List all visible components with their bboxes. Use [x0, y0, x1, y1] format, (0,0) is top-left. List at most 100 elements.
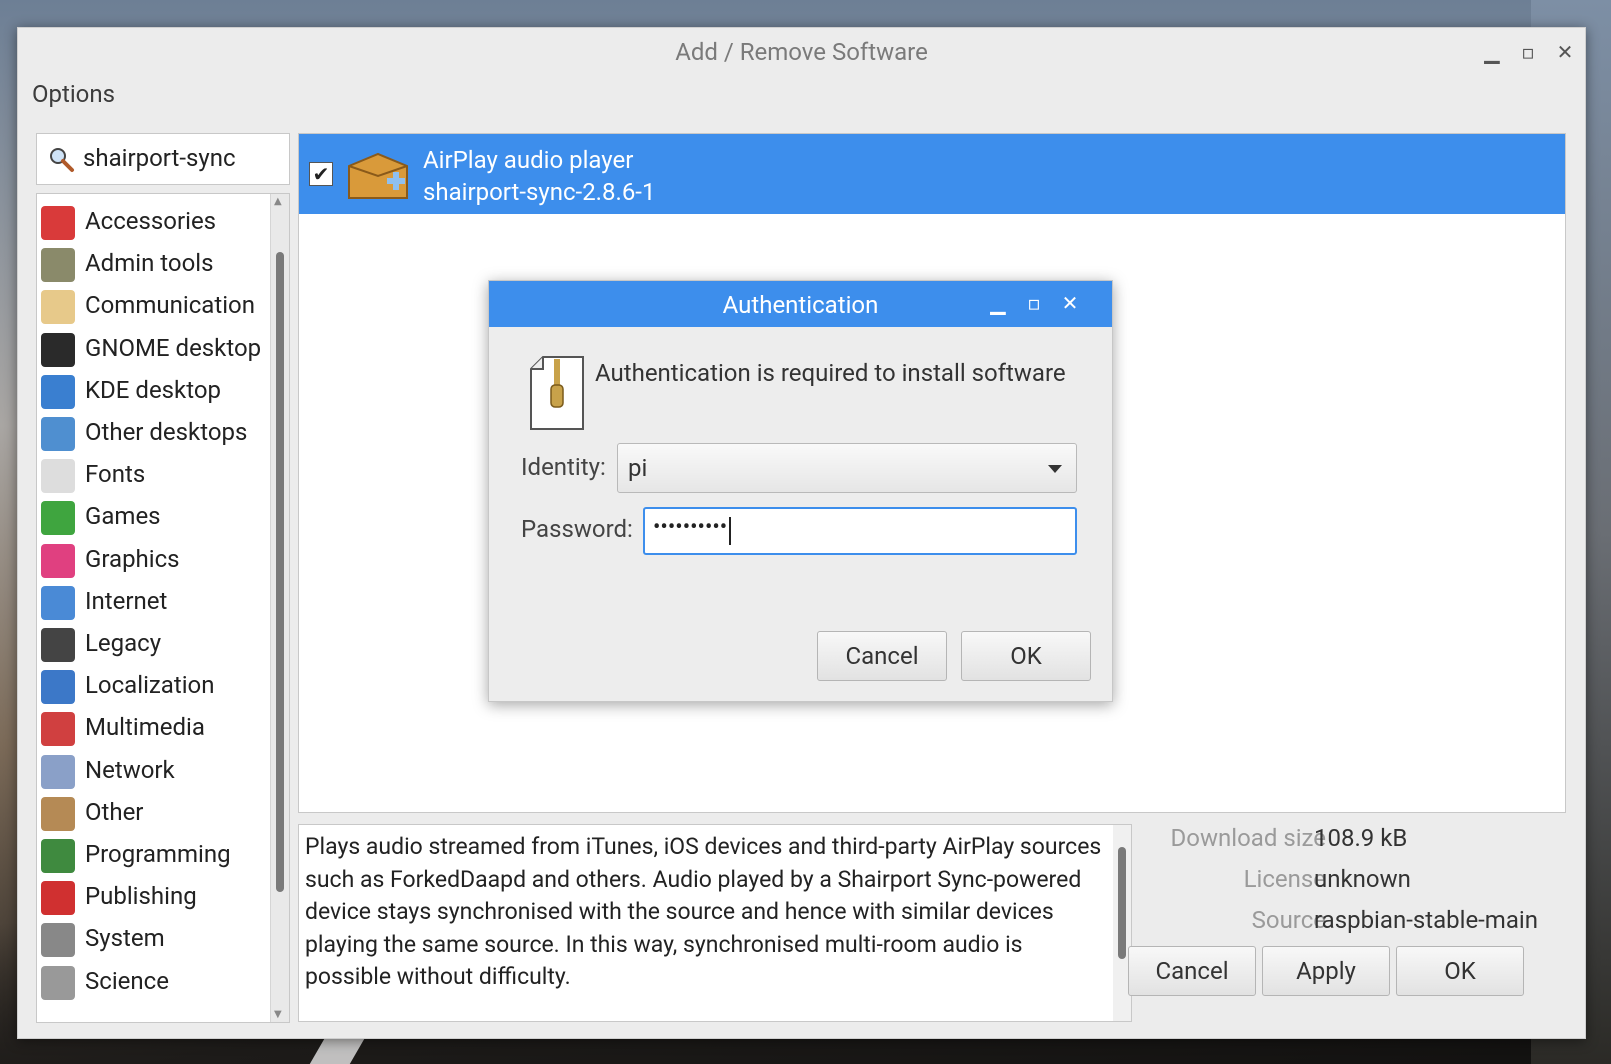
maximize-button[interactable]: ▫	[1516, 40, 1540, 64]
sidebar-item-other[interactable]: Other	[37, 792, 271, 834]
auth-maximize-button[interactable]: ▫	[1023, 291, 1045, 315]
games-icon	[41, 501, 75, 536]
sidebar-item-label: Science	[85, 966, 169, 995]
download-size-value: 108.9 kB	[1314, 824, 1408, 852]
auth-close-button[interactable]: ✕	[1059, 291, 1081, 315]
category-scrollbar[interactable]: ▲ ▼	[270, 194, 289, 1022]
auth-titlebar[interactable]: Authentication ▁ ▫ ✕	[489, 281, 1112, 327]
license-value: unknown	[1314, 865, 1411, 893]
internet-icon	[41, 585, 75, 620]
accessories-icon	[41, 206, 75, 240]
sidebar-item-system[interactable]: System	[37, 918, 271, 960]
package-description: Plays audio streamed from iTunes, iOS de…	[298, 824, 1132, 1022]
sidebar-item-label: Internet	[85, 586, 168, 615]
password-label: Password:	[521, 515, 633, 543]
gnome-icon	[41, 332, 75, 367]
sidebar-item-admin-tools[interactable]: Admin tools	[37, 243, 271, 285]
package-name: AirPlay audio player	[423, 146, 634, 174]
sidebar-item-games[interactable]: Games	[37, 496, 271, 538]
sidebar-item-label: Multimedia	[85, 713, 205, 742]
system-icon	[41, 923, 75, 958]
sidebar-item-label: Graphics	[85, 544, 180, 573]
zip-file-icon	[530, 356, 584, 430]
sidebar-item-label: Fonts	[85, 460, 146, 489]
legacy-icon	[41, 628, 75, 662]
scroll-down-arrow-icon[interactable]: ▼	[274, 1009, 282, 1020]
minimize-button[interactable]: ▁	[1480, 40, 1504, 64]
sidebar-item-programming[interactable]: Programming	[37, 834, 271, 876]
sidebar-item-localization[interactable]: Localization	[37, 665, 271, 707]
sidebar-item-label: GNOME desktop	[85, 333, 262, 362]
chevron-down-icon	[1048, 465, 1062, 473]
other-desktops-icon	[41, 417, 75, 451]
sidebar-item-legacy[interactable]: Legacy	[37, 623, 271, 665]
package-version: shairport-sync-2.8.6-1	[423, 178, 656, 206]
graphics-icon	[41, 543, 75, 578]
window-title: Add / Remove Software	[675, 38, 928, 66]
apply-button[interactable]: Apply	[1262, 946, 1390, 996]
auth-cancel-button[interactable]: Cancel	[817, 631, 947, 681]
sidebar-item-accessories[interactable]: Accessories	[37, 201, 271, 243]
sidebar-item-label: Legacy	[85, 629, 162, 657]
fonts-icon	[41, 459, 75, 494]
science-icon	[41, 965, 75, 1000]
identity-select[interactable]: pi	[617, 443, 1077, 493]
sidebar-item-label: Other desktops	[85, 418, 248, 446]
sidebar-item-label: System	[85, 924, 165, 953]
menu-options[interactable]: Options	[32, 80, 115, 108]
ok-button[interactable]: OK	[1396, 946, 1524, 996]
password-field[interactable]: ••••••••••	[643, 507, 1077, 555]
sidebar-item-science[interactable]: Science	[37, 961, 271, 1003]
text-caret	[729, 517, 731, 545]
sidebar-item-other-desktops[interactable]: Other desktops	[37, 412, 271, 454]
info-row-source: Source raspbian-stable-main	[1146, 906, 1566, 947]
source-value: raspbian-stable-main	[1314, 906, 1538, 934]
sidebar-item-graphics[interactable]: Graphics	[37, 539, 271, 581]
category-list: Accessories Admin tools Communication GNOME…	[36, 193, 290, 1023]
search-input[interactable]: shairport-sync	[83, 144, 236, 172]
info-row-download-size: Download size 108.9 kB	[1146, 824, 1566, 865]
localization-icon	[41, 670, 75, 705]
programming-icon	[41, 839, 75, 873]
sidebar-item-label: Other	[85, 797, 144, 826]
search-icon	[50, 148, 74, 172]
package-row[interactable]: ✔ AirPlay audio player shairport-sync-2.…	[299, 134, 1565, 214]
sidebar-item-kde-desktop[interactable]: KDE desktop	[37, 370, 271, 412]
sidebar-item-network[interactable]: Network	[37, 750, 271, 792]
sidebar-item-multimedia[interactable]: Multimedia	[37, 707, 271, 749]
sidebar-item-label: Admin tools	[85, 249, 214, 278]
sidebar-item-label: KDE desktop	[85, 375, 221, 404]
sidebar-item-fonts[interactable]: Fonts	[37, 454, 271, 496]
auth-minimize-button[interactable]: ▁	[987, 291, 1009, 315]
sidebar-item-internet[interactable]: Internet	[37, 581, 271, 623]
scroll-up-arrow-icon[interactable]: ▲	[274, 196, 282, 207]
sidebar-item-gnome-desktop[interactable]: GNOME desktop	[37, 328, 271, 370]
network-icon	[41, 754, 75, 789]
search-field[interactable]: shairport-sync	[36, 133, 290, 185]
description-scrollbar-thumb[interactable]	[1118, 847, 1126, 959]
other-icon	[41, 796, 75, 831]
package-info: Download size 108.9 kB License unknown S…	[1146, 824, 1566, 947]
close-button[interactable]: ✕	[1553, 40, 1577, 64]
authentication-dialog: Authentication ▁ ▫ ✕ Authentication is r…	[488, 280, 1113, 702]
communication-icon	[41, 290, 75, 325]
window-titlebar[interactable]: Add / Remove Software ▁ ▫ ✕	[18, 28, 1585, 74]
sidebar-item-label: Games	[85, 502, 161, 531]
identity-label: Identity:	[521, 453, 606, 481]
sidebar-item-label: Publishing	[85, 882, 197, 911]
sidebar-item-label: Programming	[85, 840, 231, 868]
cancel-button[interactable]: Cancel	[1128, 946, 1256, 996]
package-add-icon	[348, 152, 408, 199]
sidebar-item-publishing[interactable]: Publishing	[37, 876, 271, 918]
package-checkbox[interactable]: ✔	[309, 162, 333, 186]
download-size-label: Download size	[1170, 824, 1326, 852]
sidebar-item-label: Localization	[85, 671, 215, 700]
multimedia-icon	[41, 712, 75, 747]
identity-value: pi	[628, 454, 648, 482]
password-value: ••••••••••	[653, 515, 728, 540]
scrollbar-thumb[interactable]	[276, 252, 284, 892]
sidebar-item-label: Accessories	[85, 207, 217, 235]
auth-ok-button[interactable]: OK	[961, 631, 1091, 681]
sidebar-item-communication[interactable]: Communication	[37, 285, 271, 327]
info-row-license: License unknown	[1146, 865, 1566, 906]
